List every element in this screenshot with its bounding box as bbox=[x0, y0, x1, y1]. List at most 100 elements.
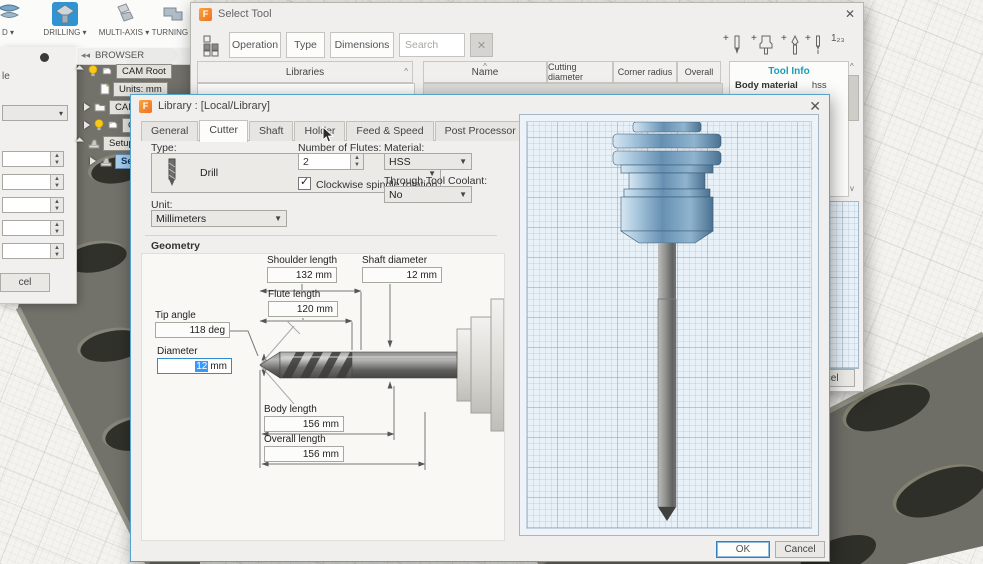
search-input[interactable] bbox=[399, 33, 465, 57]
bulb-icon[interactable] bbox=[94, 119, 104, 131]
ok-button[interactable]: OK bbox=[716, 541, 770, 558]
add-mill-tool-icon[interactable]: + bbox=[723, 33, 745, 55]
name-column-header[interactable]: ^ Name bbox=[423, 61, 547, 83]
filter-type-button[interactable]: Type bbox=[286, 32, 325, 58]
collapse-panel-icon[interactable]: ◂◂ bbox=[81, 50, 90, 61]
expander-open-icon[interactable] bbox=[75, 65, 87, 77]
left-panel-spinner-1[interactable]: ▲ ▼ bbox=[2, 151, 64, 167]
toolbar-group-partial[interactable]: D ▾ bbox=[0, 2, 30, 37]
renumber-tools-icon[interactable]: 1₂₃ bbox=[831, 33, 853, 55]
shaft-diameter-field[interactable]: 12 mm bbox=[362, 267, 442, 283]
tab-shaft[interactable]: Shaft bbox=[248, 121, 294, 141]
dim-shoulder-length: Shoulder length 132 mm bbox=[267, 255, 337, 283]
add-turn-tool-icon[interactable]: + bbox=[781, 33, 803, 55]
component-icon bbox=[102, 67, 112, 75]
flutes-spinner[interactable]: 2 ▲ ▼ bbox=[298, 153, 364, 170]
section-divider bbox=[145, 235, 497, 236]
body-length-field[interactable]: 156 mm bbox=[264, 416, 344, 432]
tab-post-processor[interactable]: Post Processor bbox=[434, 121, 526, 141]
tip-angle-field[interactable]: 118 deg bbox=[155, 322, 230, 338]
turning-icon bbox=[163, 7, 183, 21]
ribbon-toolbar: D ▾ DRILLING ▾ MULTI-AXIS ▾ TURNING ▾ bbox=[0, 0, 194, 48]
left-panel-spinner-2[interactable]: ▲ ▼ bbox=[2, 174, 64, 190]
spinner-steppers[interactable]: ▲ ▼ bbox=[350, 154, 363, 169]
geometry-section-label: Geometry bbox=[151, 240, 201, 252]
drilling-icon bbox=[52, 2, 78, 26]
multi-axis-icon bbox=[117, 3, 134, 22]
group-view-icon[interactable] bbox=[203, 35, 227, 57]
chevron-down-icon: ▼ bbox=[459, 157, 467, 166]
filter-operation-button[interactable]: Operation bbox=[229, 32, 281, 58]
filter-dimensions-button[interactable]: Dimensions bbox=[330, 32, 394, 58]
tab-holder[interactable]: Holder bbox=[294, 121, 346, 141]
overall-column-header[interactable]: Overall bbox=[677, 61, 721, 83]
cancel-button[interactable]: Cancel bbox=[775, 541, 825, 558]
material-dropdown[interactable]: HSS ▼ bbox=[384, 153, 472, 170]
library-title: Library : [Local/Library] bbox=[158, 100, 270, 112]
panel-minimize-icon[interactable] bbox=[40, 53, 49, 62]
left-operation-panel: le ▾ ▲ ▼ ▲ ▼ ▲ ▼ ▲ ▼ ▲ ▼ cel bbox=[0, 47, 77, 304]
cutting-diameter-column-header[interactable]: Cutting diameter bbox=[547, 61, 613, 83]
expander-closed-icon[interactable] bbox=[84, 121, 90, 129]
left-panel-spinner-3[interactable]: ▲ ▼ bbox=[2, 197, 64, 213]
select-tool-title: Select Tool bbox=[218, 8, 272, 20]
fusion-logo-icon: F bbox=[139, 99, 152, 113]
setup-icon bbox=[100, 157, 112, 166]
left-panel-cancel-button[interactable]: cel bbox=[0, 273, 50, 292]
component-icon bbox=[108, 121, 118, 129]
setup-icon bbox=[88, 139, 100, 148]
add-drill-tool-icon[interactable]: + bbox=[805, 33, 827, 55]
left-panel-dropdown[interactable]: ▾ bbox=[2, 105, 68, 121]
diameter-field[interactable]: 12 mm bbox=[157, 358, 232, 374]
chevron-down-icon: ▼ bbox=[274, 214, 282, 223]
clockwise-rotation-checkbox[interactable] bbox=[298, 175, 311, 190]
tab-feed-speed[interactable]: Feed & Speed bbox=[346, 121, 434, 141]
shoulder-length-field[interactable]: 132 mm bbox=[267, 267, 337, 283]
close-icon[interactable]: ✕ bbox=[845, 8, 855, 20]
dim-diameter: Diameter 12 mm bbox=[157, 346, 232, 374]
toolbar-group-drilling[interactable]: DRILLING ▾ bbox=[34, 2, 96, 37]
unit-dropdown[interactable]: Millimeters ▼ bbox=[151, 210, 287, 227]
libraries-column-header[interactable]: Libraries ^ bbox=[197, 61, 413, 83]
partial-cam-icon bbox=[0, 4, 20, 18]
tree-item-cam-root[interactable]: CAM Root bbox=[75, 63, 172, 79]
left-panel-spinner-4[interactable]: ▲ ▼ bbox=[2, 220, 64, 236]
body-material-value: hss bbox=[811, 80, 827, 91]
tab-cutter[interactable]: Cutter bbox=[199, 120, 248, 142]
tool-info-scrollbar[interactable] bbox=[848, 75, 859, 121]
tree-item-label[interactable]: CAM Root bbox=[116, 63, 172, 79]
flute-length-field[interactable]: 120 mm bbox=[268, 301, 338, 317]
preview-grid bbox=[526, 121, 812, 529]
close-icon[interactable]: ✕ bbox=[809, 99, 821, 113]
dim-shaft-diameter: Shaft diameter 12 mm bbox=[362, 255, 442, 283]
browser-title: BROWSER bbox=[95, 50, 145, 61]
dim-tip-angle: Tip angle 118 deg bbox=[155, 310, 230, 338]
tool-preview-panel[interactable] bbox=[519, 114, 819, 536]
dim-overall-length: Overall length 156 mm bbox=[264, 434, 344, 462]
corner-radius-column-header[interactable]: Corner radius bbox=[613, 61, 677, 83]
mouse-cursor bbox=[322, 126, 335, 143]
dim-body-length: Body length 156 mm bbox=[264, 404, 344, 432]
toolbar-group-multiaxis[interactable]: MULTI-AXIS ▾ bbox=[98, 2, 150, 37]
select-tool-titlebar[interactable]: F Select Tool ✕ bbox=[191, 3, 863, 25]
sort-asc-icon: ^ bbox=[483, 62, 487, 71]
expander-open-icon[interactable] bbox=[75, 137, 87, 149]
document-icon bbox=[100, 83, 110, 95]
tool-info-scroll-down-icon[interactable]: v bbox=[850, 185, 854, 193]
folder-icon bbox=[94, 103, 106, 112]
bulb-icon[interactable] bbox=[88, 65, 98, 77]
drill-type-icon bbox=[168, 158, 176, 186]
scroll-up-icon[interactable]: ^ bbox=[404, 68, 408, 76]
tool-info-scroll-up-icon[interactable]: ^ bbox=[850, 63, 854, 71]
tool-info-title: Tool Info bbox=[768, 66, 810, 77]
expander-closed-icon[interactable] bbox=[84, 103, 90, 111]
coolant-dropdown[interactable]: No ▼ bbox=[384, 186, 472, 203]
add-holder-icon[interactable]: + bbox=[751, 33, 773, 55]
clear-search-button[interactable]: ✕ bbox=[470, 33, 493, 57]
geometry-panel: Shoulder length 132 mm Shaft diameter 12… bbox=[141, 253, 505, 541]
type-value: Drill bbox=[200, 167, 219, 179]
expander-closed-icon[interactable] bbox=[90, 157, 96, 165]
tab-general[interactable]: General bbox=[141, 121, 199, 141]
left-panel-spinner-5[interactable]: ▲ ▼ bbox=[2, 243, 64, 259]
overall-length-field[interactable]: 156 mm bbox=[264, 446, 344, 462]
